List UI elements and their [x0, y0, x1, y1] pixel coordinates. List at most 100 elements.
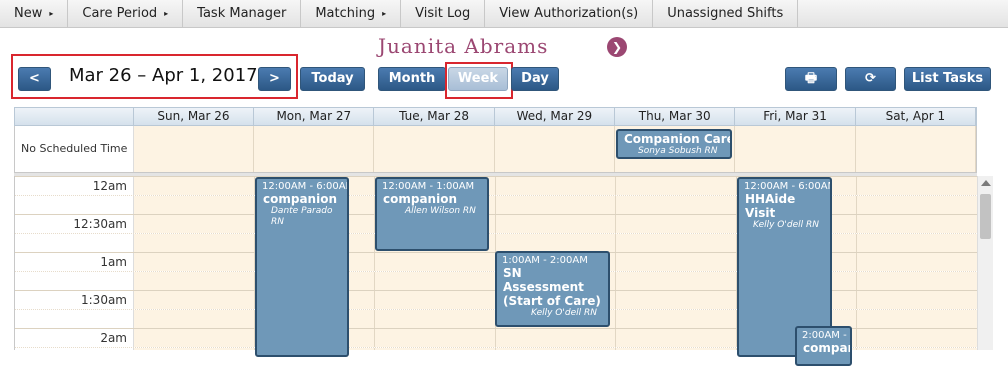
day-header[interactable]: Fri, Mar 31 — [735, 108, 856, 125]
calendar-event[interactable]: 2:00AM - 6:00AM companion — [795, 326, 852, 366]
time-slot-cell[interactable] — [375, 329, 496, 347]
time-slot-cell[interactable] — [375, 310, 496, 328]
time-slot-cell[interactable] — [375, 272, 496, 290]
calendar-header: Sun, Mar 26 Mon, Mar 27 Tue, Mar 28 Wed,… — [14, 107, 977, 126]
time-slot-cell[interactable] — [134, 291, 255, 309]
nav-new-label: New — [14, 6, 43, 21]
time-slot-cell[interactable] — [857, 310, 977, 328]
time-slot-cell[interactable] — [616, 177, 737, 195]
time-slot-cell[interactable] — [495, 177, 616, 195]
time-slot-cell[interactable] — [857, 272, 977, 290]
time-slot-cell[interactable] — [134, 177, 255, 195]
time-slot-cell[interactable] — [616, 310, 737, 328]
time-slot-cell[interactable] — [134, 329, 255, 347]
time-row: 12am — [15, 176, 977, 195]
allday-cell[interactable] — [494, 126, 616, 172]
event-title: SN Assessment (Start of Care) — [503, 266, 601, 308]
time-slot-cell[interactable] — [616, 291, 737, 309]
time-slot-cell[interactable] — [134, 253, 255, 271]
week-highlight — [445, 62, 513, 99]
nav-visit-log-label: Visit Log — [415, 6, 471, 21]
nav-view-authorizations[interactable]: View Authorization(s) — [485, 0, 654, 28]
time-slot-cell[interactable] — [616, 196, 737, 214]
event-time: 2:00AM - 6:00AM — [802, 330, 850, 341]
allday-cell[interactable] — [735, 126, 856, 172]
time-slot-cell[interactable] — [495, 196, 616, 214]
nav-unassigned-shifts-label: Unassigned Shifts — [667, 6, 784, 21]
event-worker: Sonya Sobush RN — [638, 146, 718, 156]
time-slot-cell[interactable] — [495, 234, 616, 252]
event-title: HHAide Visit — [745, 192, 796, 220]
time-slot-cell[interactable] — [495, 215, 616, 233]
event-time: 1:00AM - 2:00AM — [502, 255, 588, 266]
day-header[interactable]: Tue, Mar 28 — [374, 108, 495, 125]
nav-unassigned-shifts[interactable]: Unassigned Shifts — [653, 0, 799, 28]
day-header[interactable]: Thu, Mar 30 — [615, 108, 736, 125]
time-slot-cell[interactable] — [134, 215, 255, 233]
allday-cell[interactable] — [133, 126, 255, 172]
calendar-event[interactable]: 12:00AM - 1:00AM companion Allen Wilson … — [375, 177, 489, 251]
time-slot-cell[interactable] — [857, 329, 977, 347]
time-row — [15, 195, 977, 214]
time-slot-cell[interactable] — [857, 196, 977, 214]
event-worker: Kelly O'dell RN — [753, 220, 819, 230]
allday-event[interactable]: Companion Care P Sonya Sobush RN — [616, 129, 732, 159]
time-label — [15, 272, 134, 290]
time-slot-cell[interactable] — [857, 291, 977, 309]
time-slot-cell[interactable] — [616, 329, 737, 347]
nav-care-period[interactable]: Care Period ▸ — [68, 0, 184, 28]
refresh-icon: ⟳ — [865, 71, 876, 86]
time-slot-cell[interactable] — [495, 329, 616, 347]
scrollbar-thumb[interactable] — [980, 194, 991, 239]
nav-new[interactable]: New ▸ — [0, 0, 69, 28]
vertical-scrollbar[interactable] — [977, 176, 993, 350]
time-slot-cell[interactable] — [857, 177, 977, 195]
allday-cell[interactable] — [254, 126, 375, 172]
time-slot-cell[interactable] — [134, 196, 255, 214]
month-view-button[interactable]: Month — [378, 67, 446, 91]
no-scheduled-time-row: No Scheduled Time — [14, 126, 977, 173]
scroll-up-icon[interactable] — [981, 180, 991, 186]
nav-matching[interactable]: Matching ▸ — [301, 0, 402, 28]
event-title: companion — [383, 192, 457, 206]
day-header[interactable]: Sun, Mar 26 — [134, 108, 255, 125]
calendar-event[interactable]: 12:00AM - 6:00AM companion Dante Parado … — [255, 177, 349, 357]
time-label: 1am — [15, 253, 134, 271]
time-slot-cell[interactable] — [857, 253, 977, 271]
allday-cell[interactable] — [855, 126, 977, 172]
date-range-label: Mar 26 – Apr 1, 2017 — [69, 65, 258, 86]
time-slot-cell[interactable] — [375, 291, 496, 309]
time-slot-cell[interactable] — [134, 310, 255, 328]
time-slot-cell[interactable] — [616, 272, 737, 290]
event-worker: Dante Parado RN — [271, 206, 333, 227]
allday-cell[interactable] — [374, 126, 495, 172]
patient-name: Juanita Abrams — [378, 34, 549, 58]
nav-task-manager[interactable]: Task Manager — [183, 0, 302, 28]
day-header[interactable]: Wed, Mar 29 — [495, 108, 616, 125]
time-slot-cell[interactable] — [857, 215, 977, 233]
day-view-button[interactable]: Day — [511, 67, 559, 91]
print-button[interactable]: 🖶 — [785, 67, 837, 91]
time-slot-cell[interactable] — [134, 272, 255, 290]
today-button[interactable]: Today — [300, 67, 365, 91]
day-header[interactable]: Mon, Mar 27 — [254, 108, 375, 125]
time-slot-cell[interactable] — [616, 234, 737, 252]
caret-right-icon: ▸ — [382, 9, 387, 18]
time-slot-cell[interactable] — [616, 215, 737, 233]
next-week-button[interactable]: > — [258, 67, 291, 91]
event-worker: Kelly O'dell RN — [531, 308, 597, 318]
time-slot-cell[interactable] — [375, 253, 496, 271]
printer-icon: 🖶 — [804, 71, 818, 86]
chevron-right-circle-icon[interactable]: ❯ — [607, 37, 627, 57]
time-label: 12:30am — [15, 215, 134, 233]
refresh-button[interactable]: ⟳ — [845, 67, 896, 91]
list-tasks-button[interactable]: List Tasks — [904, 67, 991, 91]
day-header[interactable]: Sat, Apr 1 — [856, 108, 976, 125]
time-slot-cell[interactable] — [134, 234, 255, 252]
caret-right-icon: ▸ — [49, 9, 54, 18]
nav-visit-log[interactable]: Visit Log — [401, 0, 486, 28]
prev-week-button[interactable]: < — [18, 67, 51, 91]
calendar-event[interactable]: 1:00AM - 2:00AM SN Assessment (Start of … — [495, 251, 610, 327]
time-slot-cell[interactable] — [616, 253, 737, 271]
time-slot-cell[interactable] — [857, 234, 977, 252]
